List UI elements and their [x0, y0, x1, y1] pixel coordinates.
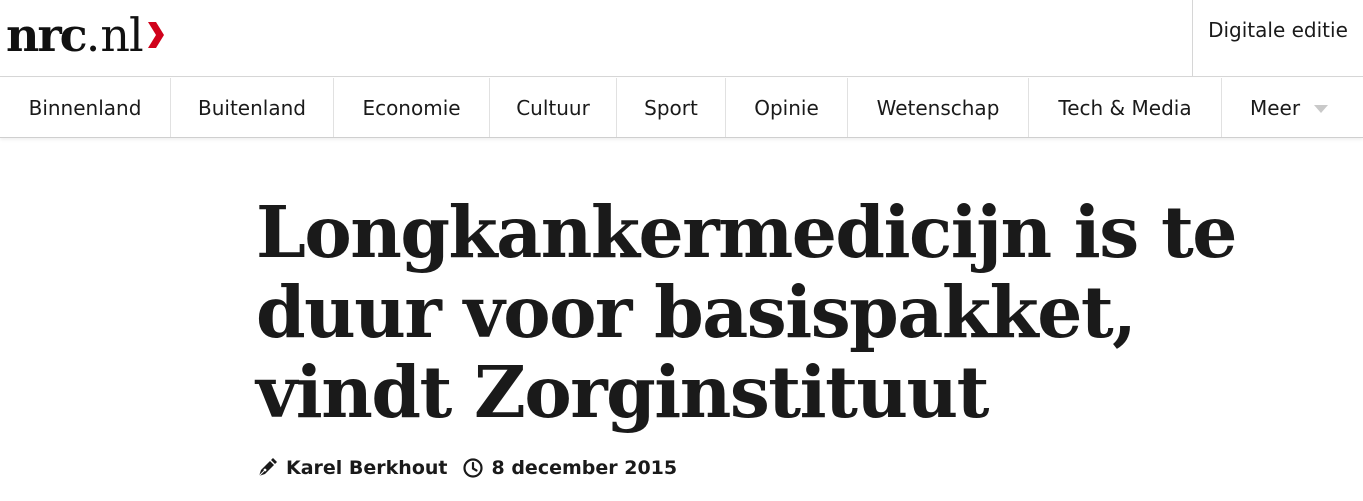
clock-icon	[462, 457, 484, 479]
logo-text-dot: .	[85, 8, 101, 62]
nav-item-label: Economie	[362, 95, 461, 120]
nav-item-label: Opinie	[754, 95, 819, 120]
nav-item-label: Sport	[644, 95, 698, 120]
nav-item-opinie[interactable]: Opinie	[726, 78, 848, 137]
site-header: nrc. nl Digitale editie	[0, 0, 1363, 77]
nav-item-buitenland[interactable]: Buitenland	[171, 78, 334, 137]
nav-item-meer[interactable]: Meer	[1222, 78, 1363, 137]
chevron-down-icon	[1314, 104, 1329, 113]
publish-date: 8 december 2015	[491, 457, 678, 479]
nav-item-wetenschap[interactable]: Wetenschap	[848, 78, 1029, 137]
nav-item-economie[interactable]: Economie	[334, 78, 490, 137]
main-navigation: Binnenland Buitenland Economie Cultuur S…	[0, 78, 1363, 138]
logo-text-nrc: nrc	[6, 8, 88, 62]
author-link[interactable]: Karel Berkhout	[286, 457, 448, 479]
pen-icon	[256, 457, 278, 479]
nav-item-label: Buitenland	[198, 95, 306, 120]
nav-item-label: Meer	[1250, 95, 1301, 120]
article-meta: Karel Berkhout 8 december 2015	[256, 454, 677, 482]
nav-item-sport[interactable]: Sport	[617, 78, 726, 137]
logo-text-nl: nl	[100, 8, 143, 62]
nav-item-label: Tech & Media	[1058, 95, 1192, 120]
nav-item-tech-media[interactable]: Tech & Media	[1029, 78, 1222, 137]
nav-item-label: Binnenland	[28, 95, 142, 120]
nav-item-binnenland[interactable]: Binnenland	[0, 78, 171, 137]
digitale-editie-label: Digitale editie	[1208, 17, 1348, 42]
nav-item-label: Wetenschap	[876, 95, 1000, 120]
logo-chevron-icon	[147, 22, 164, 48]
nav-item-cultuur[interactable]: Cultuur	[490, 78, 617, 137]
article-title: Longkankermedicijn is te duur voor basis…	[256, 190, 1237, 434]
nav-item-label: Cultuur	[516, 95, 590, 120]
digitale-editie-link[interactable]: Digitale editie	[1192, 0, 1363, 77]
nrc-logo[interactable]: nrc. nl	[6, 6, 165, 58]
